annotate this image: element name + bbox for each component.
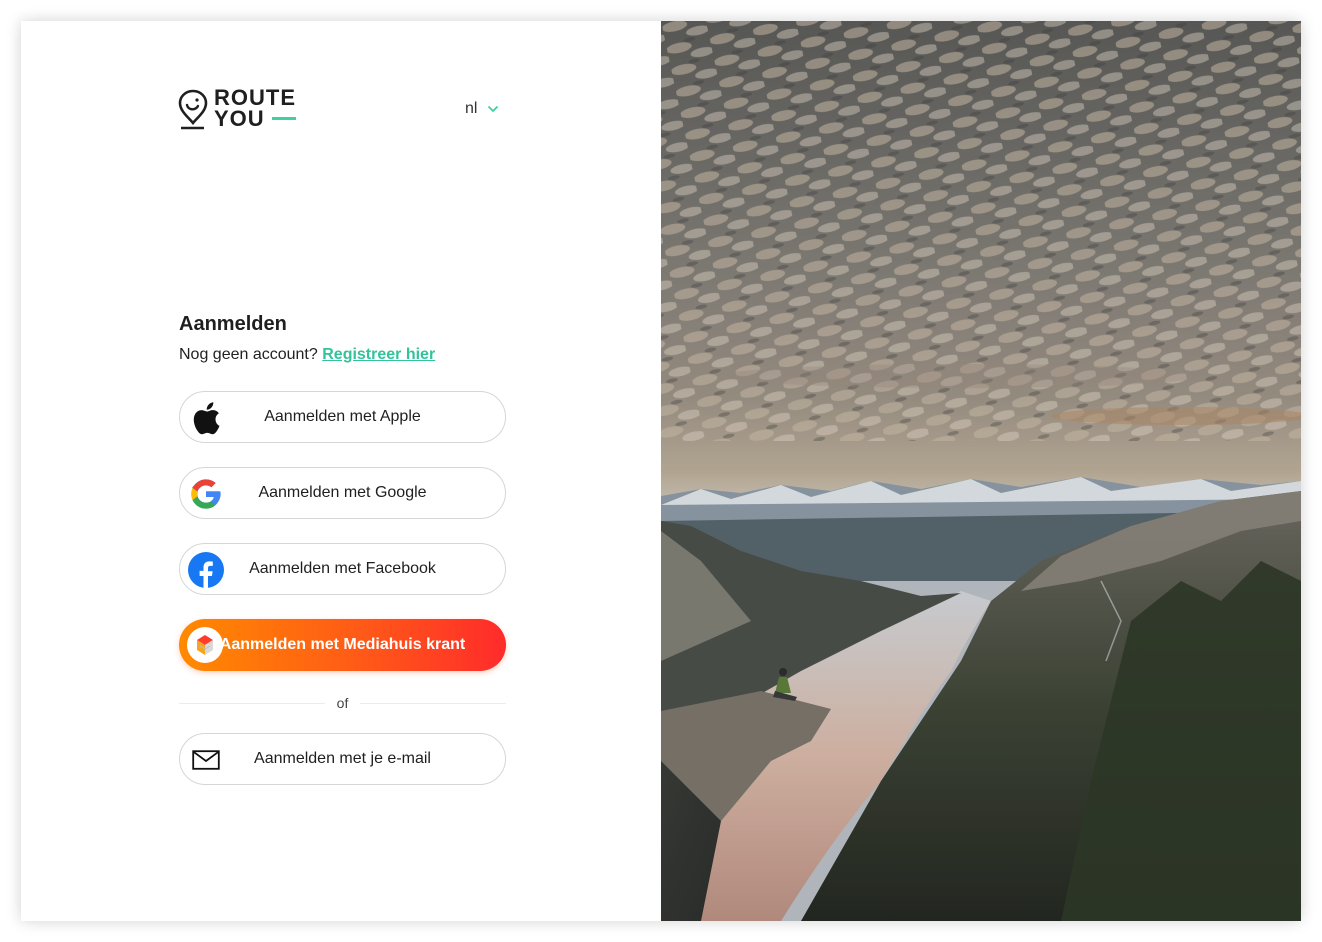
mediahuis-login-label: Aanmelden met Mediahuis krant <box>219 636 466 653</box>
login-panel: ROUTE YOU nl Aanmelden Nog geen account?… <box>21 21 661 921</box>
apple-login-button[interactable]: Aanmelden met Apple <box>179 391 506 443</box>
google-icon <box>188 476 224 512</box>
divider-text: of <box>336 695 349 711</box>
envelope-icon <box>188 742 224 778</box>
brand-line-1: ROUTE <box>214 85 296 110</box>
page-title: Aanmelden <box>179 313 287 335</box>
mediahuis-login-button[interactable]: Aanmelden met Mediahuis krant <box>179 619 506 671</box>
brand-line-2: YOU <box>214 106 265 131</box>
facebook-icon <box>188 552 224 588</box>
or-divider: of <box>179 694 506 712</box>
google-login-label: Aanmelden met Google <box>258 484 427 501</box>
apple-icon <box>188 400 224 436</box>
fjord-landscape-photo <box>661 21 1301 921</box>
brand-line-2-wrap: YOU <box>214 106 296 131</box>
register-link[interactable]: Registreer hier <box>322 346 435 363</box>
facebook-login-label: Aanmelden met Facebook <box>249 560 436 577</box>
email-login-label: Aanmelden met je e-mail <box>254 750 431 767</box>
facebook-login-button[interactable]: Aanmelden met Facebook <box>179 543 506 595</box>
email-login-button[interactable]: Aanmelden met je e-mail <box>179 733 506 785</box>
brand-accent-bar <box>272 117 296 120</box>
language-value: nl <box>465 100 478 117</box>
app-frame: ROUTE YOU nl Aanmelden Nog geen account?… <box>21 21 1301 921</box>
map-pin-smile-icon <box>178 89 208 130</box>
brand-name: ROUTE YOU <box>214 85 296 131</box>
no-account-text: Nog geen account? <box>179 346 318 363</box>
divider-line-left <box>179 702 325 704</box>
apple-login-label: Aanmelden met Apple <box>264 408 421 425</box>
chevron-down-icon <box>488 105 499 113</box>
divider-line-right <box>360 702 506 704</box>
mediahuis-icon <box>187 627 223 663</box>
register-prompt: Nog geen account? Registreer hier <box>179 346 435 364</box>
hero-image-panel <box>661 21 1301 921</box>
google-login-button[interactable]: Aanmelden met Google <box>179 467 506 519</box>
routeyou-logo[interactable]: ROUTE YOU <box>178 87 296 131</box>
language-selector[interactable]: nl <box>465 100 499 118</box>
